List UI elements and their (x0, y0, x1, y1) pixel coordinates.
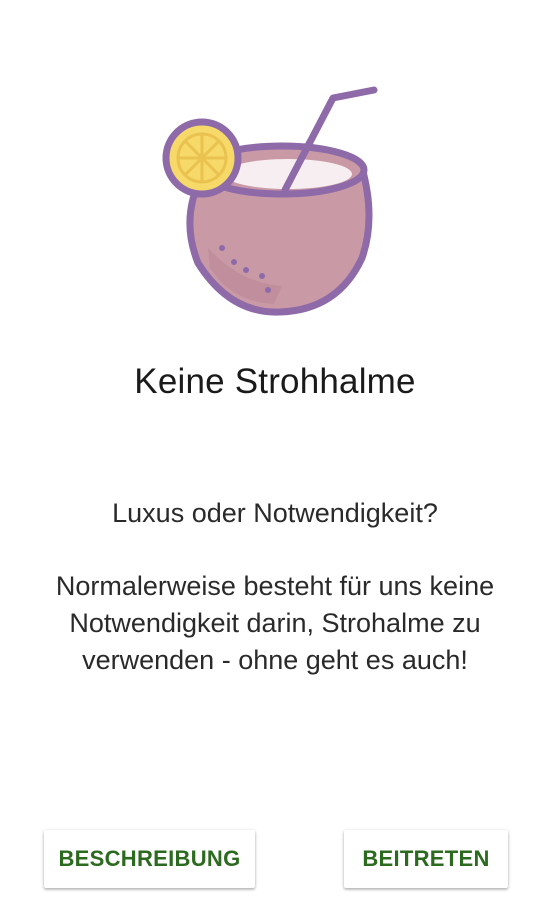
description-text: Normalerweise besteht für uns keine Notw… (55, 571, 495, 675)
coconut-drink-icon (150, 78, 390, 323)
subtitle: Luxus oder Notwendigkeit? (112, 498, 438, 528)
join-button[interactable]: BEITRETEN (344, 830, 508, 888)
description-button[interactable]: BESCHREIBUNG (44, 830, 255, 888)
page-title: Keine Strohhalme (134, 362, 416, 401)
